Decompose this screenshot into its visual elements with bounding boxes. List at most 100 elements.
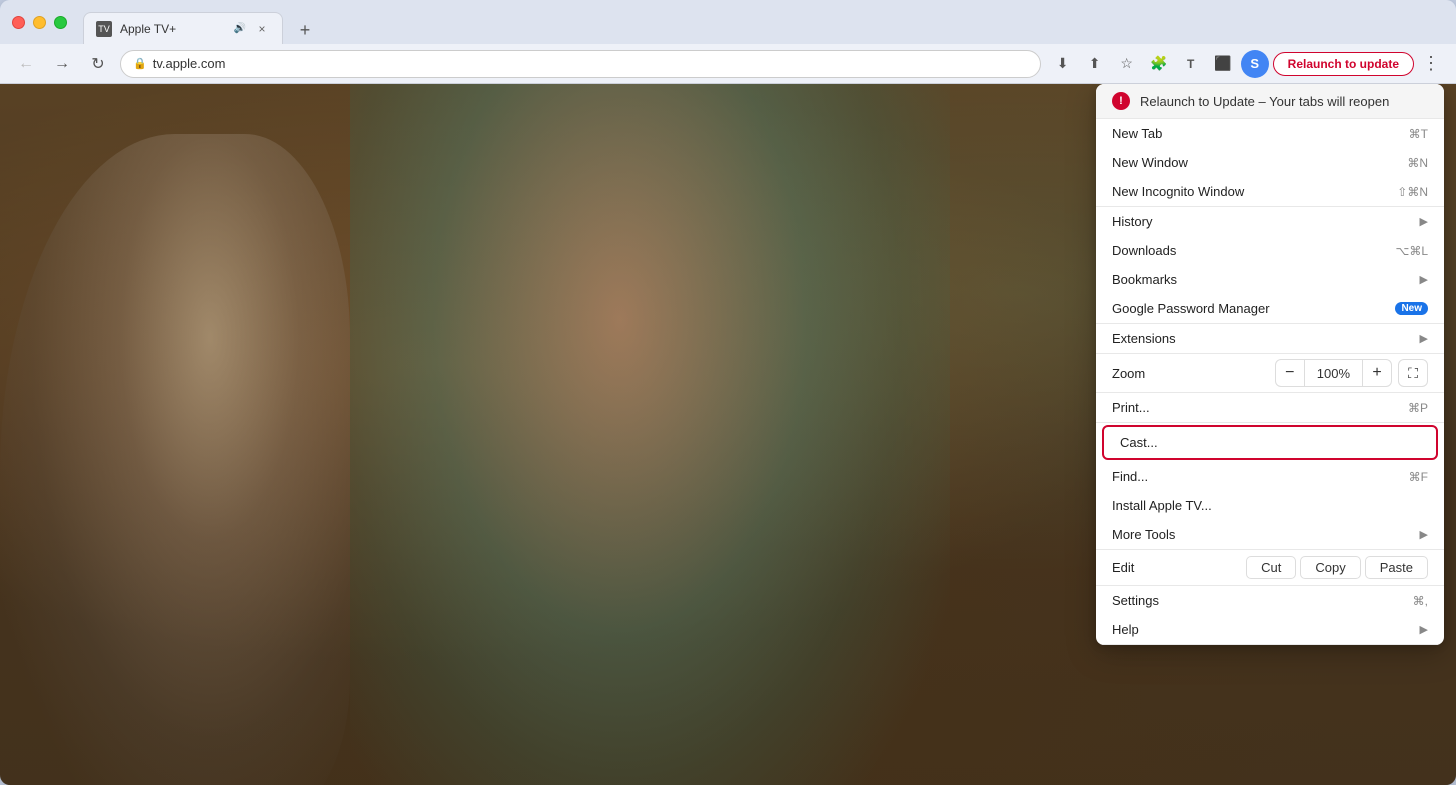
zoom-value: 100% (1305, 359, 1362, 387)
title-bar: TV Apple TV+ 🔊 × + (0, 0, 1456, 44)
fullscreen-button[interactable]: ⛶ (1398, 359, 1428, 387)
new-window-shortcut: ⌘N (1407, 156, 1428, 170)
menu-item-password-manager[interactable]: Google Password Manager New (1096, 294, 1444, 323)
url-text: tv.apple.com (153, 56, 1028, 71)
menu-item-new-tab[interactable]: New Tab ⌘T (1096, 119, 1444, 148)
chrome-menu: ! Relaunch to Update – Your tabs will re… (1096, 84, 1444, 645)
reload-button[interactable]: ↻ (84, 50, 112, 78)
extensions-button[interactable]: 🧩 (1145, 50, 1173, 78)
tab-favicon: TV (96, 21, 112, 37)
incognito-shortcut: ⇧⌘N (1397, 185, 1428, 199)
cast-label: Cast... (1120, 435, 1420, 450)
tab-title: Apple TV+ (120, 22, 226, 36)
password-manager-label: Google Password Manager (1112, 301, 1270, 316)
tab-bar: TV Apple TV+ 🔊 × + (75, 0, 319, 44)
maximize-window-button[interactable] (54, 16, 67, 29)
page-content: ! Relaunch to Update – Your tabs will re… (0, 84, 1456, 785)
zoom-controls: − 100% + (1275, 359, 1392, 387)
menu-section-settings: Settings ⌘, Help ▶ (1096, 586, 1444, 645)
menu-item-install-appletv[interactable]: Install Apple TV... (1096, 491, 1444, 520)
relaunch-banner[interactable]: ! Relaunch to Update – Your tabs will re… (1096, 84, 1444, 119)
menu-section-nav: History ▶ Downloads ⌥⌘L Bookmarks ▶ Goog… (1096, 207, 1444, 324)
paste-button[interactable]: Paste (1365, 556, 1428, 579)
media-button[interactable]: ⬛ (1209, 50, 1237, 78)
history-arrow: ▶ (1420, 215, 1428, 228)
downloads-shortcut: ⌥⌘L (1395, 244, 1428, 258)
new-window-label: New Window (1112, 155, 1188, 170)
toolbar: ← → ↻ 🔒 tv.apple.com ⬇ ⬆ ☆ 🧩 T ⬛ S Relau… (0, 44, 1456, 84)
menu-item-settings[interactable]: Settings ⌘, (1096, 586, 1444, 615)
history-label: History (1112, 214, 1152, 229)
address-bar[interactable]: 🔒 tv.apple.com (120, 50, 1041, 78)
person-left (0, 134, 350, 785)
zoom-in-button[interactable]: + (1362, 359, 1392, 387)
more-tools-label: More Tools (1112, 527, 1175, 542)
browser-window: TV Apple TV+ 🔊 × + ← → ↻ 🔒 tv.apple.com … (0, 0, 1456, 785)
settings-label: Settings (1112, 593, 1159, 608)
edit-row: Edit Cut Copy Paste (1096, 550, 1444, 586)
bookmarks-label: Bookmarks (1112, 272, 1177, 287)
menu-section-tools: Find... ⌘F Install Apple TV... More Tool… (1096, 462, 1444, 550)
bookmark-button[interactable]: ☆ (1113, 50, 1141, 78)
profile-button[interactable]: S (1241, 50, 1269, 78)
bookmarks-arrow: ▶ (1420, 273, 1428, 286)
active-tab[interactable]: TV Apple TV+ 🔊 × (83, 12, 283, 44)
new-tab-button[interactable]: + (291, 16, 319, 44)
menu-item-print[interactable]: Print... ⌘P (1096, 393, 1444, 422)
menu-item-incognito[interactable]: New Incognito Window ⇧⌘N (1096, 177, 1444, 206)
menu-item-extensions[interactable]: Extensions ▶ (1096, 324, 1444, 353)
zoom-label: Zoom (1112, 366, 1275, 381)
help-arrow: ▶ (1420, 623, 1428, 636)
menu-section-print: Print... ⌘P (1096, 393, 1444, 423)
install-appletv-label: Install Apple TV... (1112, 498, 1212, 513)
menu-item-help[interactable]: Help ▶ (1096, 615, 1444, 644)
extensions-arrow: ▶ (1420, 332, 1428, 345)
relaunch-banner-text: Relaunch to Update – Your tabs will reop… (1140, 94, 1389, 109)
new-tab-label: New Tab (1112, 126, 1162, 141)
new-badge: New (1395, 302, 1428, 315)
downloads-label: Downloads (1112, 243, 1176, 258)
menu-section-extensions: Extensions ▶ (1096, 324, 1444, 354)
menu-item-find[interactable]: Find... ⌘F (1096, 462, 1444, 491)
more-tools-arrow: ▶ (1420, 528, 1428, 541)
extensions-label: Extensions (1112, 331, 1176, 346)
traffic-lights (12, 16, 67, 29)
back-button[interactable]: ← (12, 50, 40, 78)
minimize-window-button[interactable] (33, 16, 46, 29)
menu-item-new-window[interactable]: New Window ⌘N (1096, 148, 1444, 177)
person-right (350, 84, 950, 785)
lock-icon: 🔒 (133, 57, 147, 70)
relaunch-label: Relaunch to update (1288, 57, 1399, 71)
edit-label: Edit (1112, 560, 1246, 575)
tab-audio-icon: 🔊 (234, 23, 246, 34)
tab-close-button[interactable]: × (254, 21, 270, 37)
find-label: Find... (1112, 469, 1148, 484)
cut-button[interactable]: Cut (1246, 556, 1296, 579)
toolbar-actions: ⬇ ⬆ ☆ 🧩 T ⬛ S Relaunch to update ⋮ (1049, 50, 1444, 78)
zoom-out-button[interactable]: − (1275, 359, 1305, 387)
copy-button[interactable]: Copy (1300, 556, 1360, 579)
menu-item-history[interactable]: History ▶ (1096, 207, 1444, 236)
edit-buttons: Cut Copy Paste (1246, 556, 1428, 579)
forward-button[interactable]: → (48, 50, 76, 78)
translate-button[interactable]: T (1177, 50, 1205, 78)
menu-item-downloads[interactable]: Downloads ⌥⌘L (1096, 236, 1444, 265)
share-button[interactable]: ⬆ (1081, 50, 1109, 78)
relaunch-button[interactable]: Relaunch to update (1273, 52, 1414, 76)
print-shortcut: ⌘P (1408, 401, 1428, 415)
incognito-label: New Incognito Window (1112, 184, 1244, 199)
menu-button[interactable]: ⋮ (1418, 53, 1444, 74)
menu-item-more-tools[interactable]: More Tools ▶ (1096, 520, 1444, 549)
menu-item-bookmarks[interactable]: Bookmarks ▶ (1096, 265, 1444, 294)
close-window-button[interactable] (12, 16, 25, 29)
relaunch-warning-icon: ! (1112, 92, 1130, 110)
settings-shortcut: ⌘, (1413, 594, 1428, 608)
menu-section-new: New Tab ⌘T New Window ⌘N New Incognito W… (1096, 119, 1444, 207)
help-label: Help (1112, 622, 1139, 637)
print-label: Print... (1112, 400, 1150, 415)
menu-item-cast[interactable]: Cast... (1102, 425, 1438, 460)
download-button[interactable]: ⬇ (1049, 50, 1077, 78)
find-shortcut: ⌘F (1409, 470, 1428, 484)
new-tab-shortcut: ⌘T (1409, 127, 1428, 141)
zoom-row: Zoom − 100% + ⛶ (1096, 354, 1444, 393)
